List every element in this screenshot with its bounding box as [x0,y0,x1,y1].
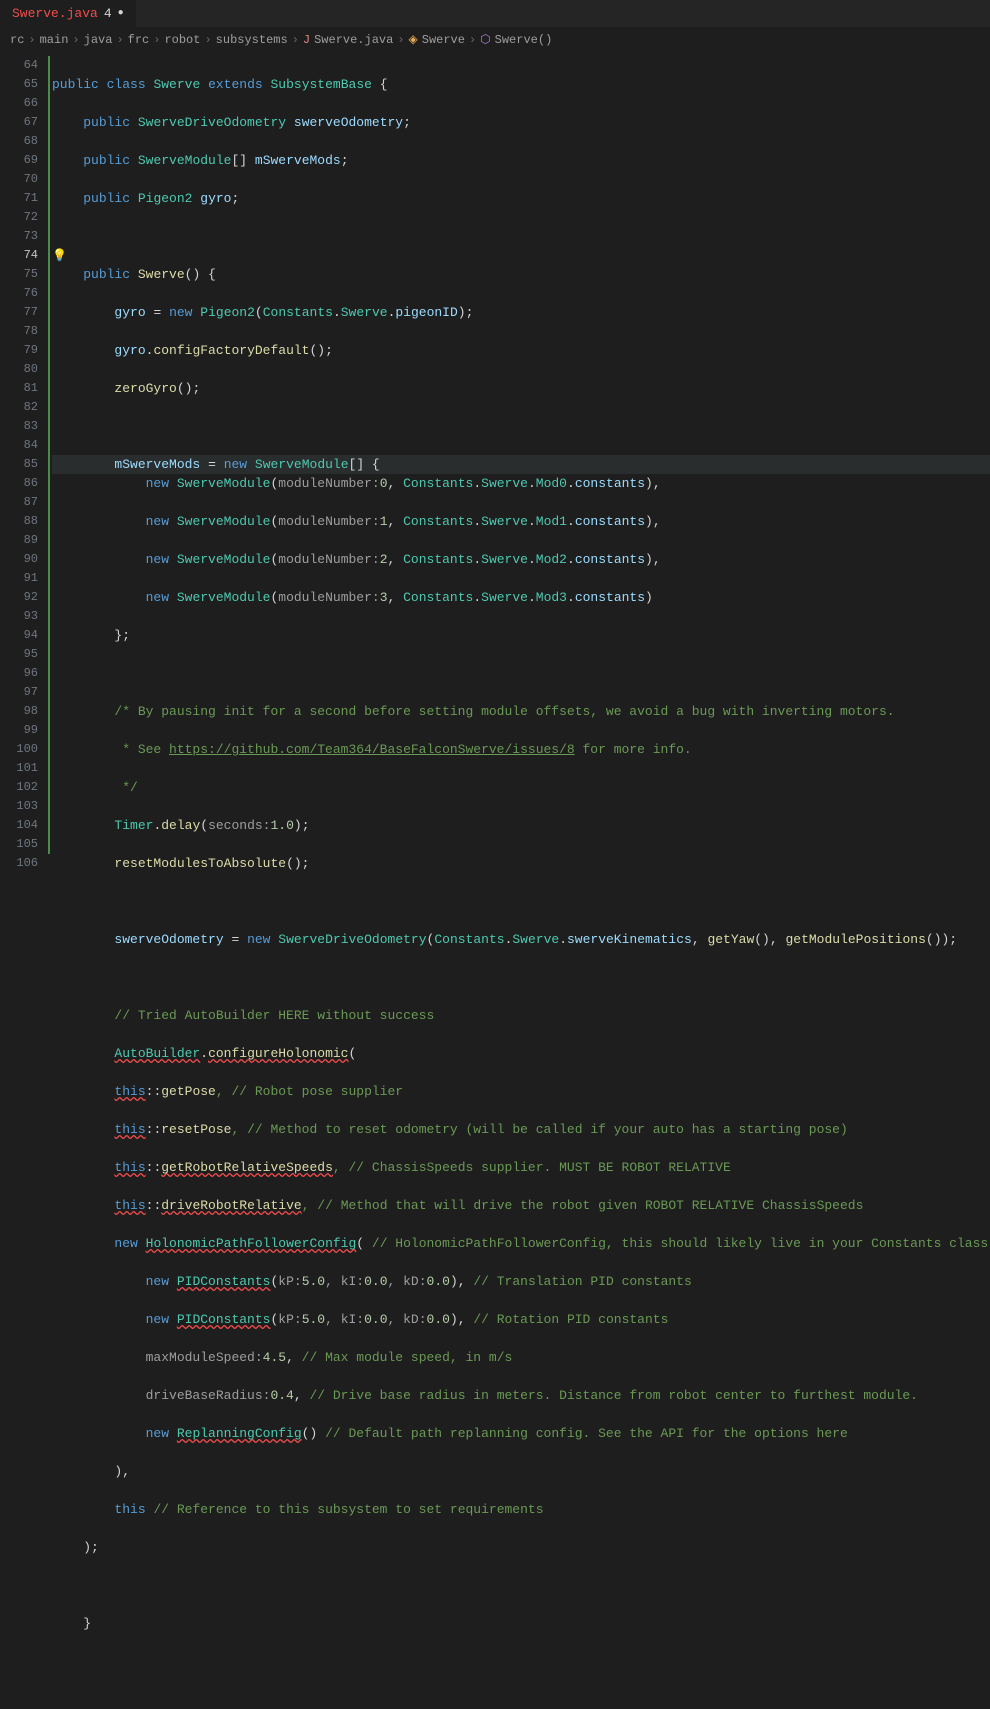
method-icon: ⬡ [480,32,490,47]
line-number: 88 [0,512,38,531]
line-number: 101 [0,759,38,778]
crumb-main[interactable]: main [40,33,69,47]
line-number: 97 [0,683,38,702]
breadcrumb[interactable]: rc› main› java› frc› robot› subsystems› … [0,28,990,52]
java-file-icon: J [303,33,310,47]
line-number: 103 [0,797,38,816]
chevron-right-icon: › [116,33,123,47]
line-number: 69 [0,151,38,170]
line-number: 105 [0,835,38,854]
crumb-rc[interactable]: rc [10,33,24,47]
line-number: 77 [0,303,38,322]
crumb-subsystems[interactable]: subsystems [216,33,288,47]
code-area[interactable]: public class Swerve extends SubsystemBas… [52,52,990,855]
line-number: 92 [0,588,38,607]
line-number: 81 [0,379,38,398]
chevron-right-icon: › [153,33,160,47]
line-number: 74 [0,246,38,265]
lightbulb-icon[interactable]: 💡 [52,247,67,266]
line-number: 90 [0,550,38,569]
line-number: 104 [0,816,38,835]
line-number: 83 [0,417,38,436]
line-number: 71 [0,189,38,208]
line-number: 84 [0,436,38,455]
line-number: 98 [0,702,38,721]
line-number: 87 [0,493,38,512]
tab-count: 4 [104,6,112,21]
chevron-right-icon: › [397,33,404,47]
line-number: 95 [0,645,38,664]
tab-bar: Swerve.java 4 ● [0,0,990,28]
glyph-margin [48,52,52,855]
line-number: 70 [0,170,38,189]
line-number: 68 [0,132,38,151]
tab-swerve-java[interactable]: Swerve.java 4 ● [0,0,137,27]
crumb-class[interactable]: Swerve [422,33,465,47]
line-number: 76 [0,284,38,303]
line-number: 106 [0,854,38,873]
line-number: 78 [0,322,38,341]
chevron-right-icon: › [28,33,35,47]
code-editor[interactable]: 💡 64656667686970717273747576777879808182… [0,52,990,855]
line-number: 82 [0,398,38,417]
chevron-right-icon: › [204,33,211,47]
class-icon: ◈ [409,32,418,47]
crumb-file[interactable]: Swerve.java [314,33,393,47]
line-number: 65 [0,75,38,94]
tab-title: Swerve.java [12,6,98,21]
crumb-java[interactable]: java [84,33,113,47]
line-number: 75 [0,265,38,284]
line-number: 66 [0,94,38,113]
line-number: 86 [0,474,38,493]
line-number: 102 [0,778,38,797]
line-number: 73 [0,227,38,246]
crumb-robot[interactable]: robot [164,33,200,47]
chevron-right-icon: › [292,33,299,47]
crumb-method[interactable]: Swerve() [495,33,553,47]
line-number: 94 [0,626,38,645]
line-number: 89 [0,531,38,550]
line-number: 85 [0,455,38,474]
line-number: 72 [0,208,38,227]
chevron-right-icon: › [72,33,79,47]
line-number: 91 [0,569,38,588]
line-number: 96 [0,664,38,683]
line-number: 99 [0,721,38,740]
line-number: 67 [0,113,38,132]
line-number: 93 [0,607,38,626]
chevron-right-icon: › [469,33,476,47]
line-number: 64 [0,56,38,75]
line-number: 100 [0,740,38,759]
line-number: 79 [0,341,38,360]
line-number: 80 [0,360,38,379]
modified-dot-icon: ● [118,8,124,19]
crumb-frc[interactable]: frc [128,33,150,47]
line-gutter: 💡 64656667686970717273747576777879808182… [0,52,48,855]
